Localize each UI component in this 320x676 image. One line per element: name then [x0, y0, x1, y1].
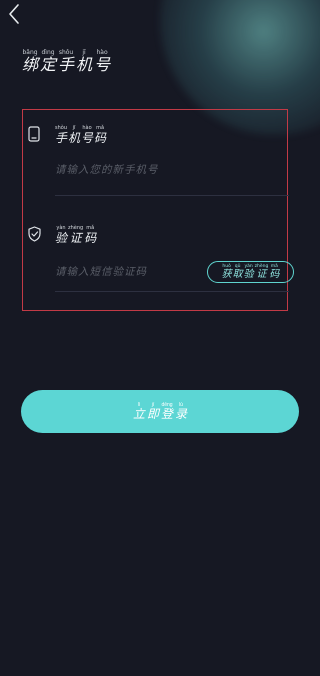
title-char: bǎng 绑	[22, 49, 39, 74]
phone-field-divider	[55, 195, 289, 196]
chevron-left-icon	[9, 4, 19, 24]
code-field-divider	[55, 291, 289, 292]
title-char: shǒu 手	[58, 49, 75, 74]
title-char: jī 机	[76, 49, 93, 74]
verification-code-label: yàn 验 zhèng 证 mǎ 码	[55, 225, 97, 245]
bind-phone-screen: bǎng 绑 dìng 定 shǒu 手 jī 机 hào 号 shǒu 手 jī 机 hào…	[0, 0, 320, 676]
phone-number-label: shǒu 手 jī 机 hào 号 mǎ 码	[55, 125, 107, 145]
title-char: dìng 定	[40, 49, 57, 74]
login-button-label: lì 立 jí 即 dēng 登 lù 录	[132, 402, 188, 421]
phone-number-input[interactable]	[55, 160, 291, 180]
title-char: hào 号	[94, 49, 111, 74]
verification-code-input[interactable]	[55, 262, 203, 282]
get-code-button[interactable]: huò 获 qǔ 取 yàn 验 zhèng 证 mǎ 码	[207, 261, 294, 283]
login-button[interactable]: lì 立 jí 即 dēng 登 lù 录	[21, 390, 299, 433]
shield-check-icon	[26, 226, 42, 242]
back-button[interactable]	[4, 2, 24, 26]
page-title: bǎng 绑 dìng 定 shǒu 手 jī 机 hào 号	[22, 49, 110, 74]
phone-icon	[26, 126, 42, 142]
